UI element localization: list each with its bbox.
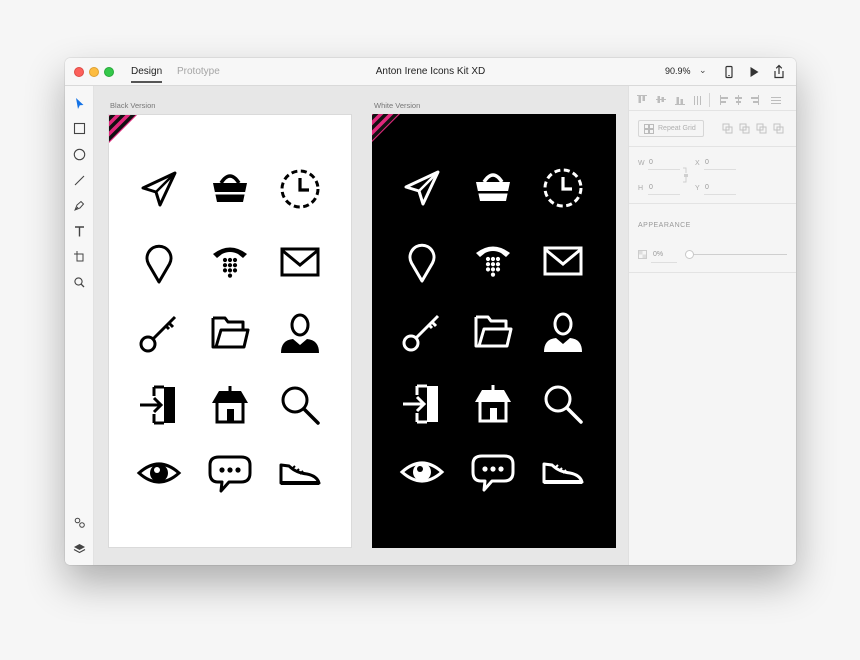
key-icon[interactable] — [399, 309, 445, 355]
shopping-basket-icon[interactable] — [207, 166, 253, 212]
sneaker-icon[interactable] — [277, 450, 323, 496]
height-label: H — [638, 185, 644, 192]
divider — [629, 110, 796, 111]
design-canvas[interactable]: Black Version White Version — [94, 86, 628, 565]
layers-icon[interactable] — [71, 540, 88, 557]
artboard-white-version[interactable] — [372, 114, 616, 548]
play-icon[interactable] — [746, 64, 762, 80]
user-icon[interactable] — [540, 309, 586, 355]
symbols-icon[interactable] — [71, 514, 88, 531]
search-icon[interactable] — [277, 382, 323, 428]
opacity-icon — [638, 250, 647, 259]
envelope-icon[interactable] — [277, 239, 323, 285]
opacity-field[interactable]: 0% — [653, 251, 663, 258]
share-icon[interactable] — [771, 64, 787, 80]
title-bar: Design Prototype Anton Irene Icons Kit X… — [65, 58, 796, 86]
clock-icon[interactable] — [277, 166, 323, 212]
chevron-down-icon[interactable]: ⌄ — [699, 65, 707, 76]
property-inspector: Repeat Grid W 0 X 0 H 0 Y 0 APPEARANCE 0… — [628, 86, 796, 565]
opacity-slider-track[interactable] — [689, 254, 787, 255]
select-tool-icon[interactable] — [71, 95, 88, 112]
zoom-tool-icon[interactable] — [71, 274, 88, 291]
key-icon[interactable] — [136, 310, 182, 356]
y-field[interactable]: 0 — [705, 184, 709, 191]
paper-plane-icon[interactable] — [399, 165, 445, 211]
search-icon[interactable] — [540, 381, 586, 427]
opacity-underline — [651, 262, 677, 263]
y-underline — [704, 194, 736, 195]
line-tool-icon[interactable] — [71, 172, 88, 189]
repeat-grid-label: Repeat Grid — [658, 125, 696, 132]
y-label: Y — [695, 185, 700, 192]
user-icon[interactable] — [277, 310, 323, 356]
boolean-ops-icons[interactable] — [722, 123, 786, 135]
text-tool-icon[interactable] — [71, 223, 88, 240]
telephone-icon[interactable] — [207, 239, 253, 285]
divider — [629, 146, 796, 147]
repeat-grid-button[interactable]: Repeat Grid — [638, 120, 704, 137]
width-underline — [648, 169, 680, 170]
x-field[interactable]: 0 — [705, 159, 709, 166]
tools-panel — [65, 86, 94, 565]
chat-bubble-icon[interactable] — [207, 450, 253, 496]
location-pin-icon[interactable] — [136, 239, 182, 285]
appearance-section: APPEARANCE — [629, 213, 796, 273]
device-preview-icon[interactable] — [721, 64, 737, 80]
corner-stripes-graphic — [372, 114, 400, 142]
grid-icon — [644, 124, 654, 134]
artboard-label-white[interactable]: White Version — [374, 101, 420, 110]
eye-icon[interactable] — [399, 449, 445, 495]
rectangle-tool-icon[interactable] — [71, 120, 88, 137]
width-field[interactable]: 0 — [649, 159, 653, 166]
paper-plane-icon[interactable] — [136, 166, 182, 212]
artboard-label-black[interactable]: Black Version — [110, 101, 155, 110]
opacity-slider-handle[interactable] — [685, 250, 694, 259]
zoom-level[interactable]: 90.9% — [665, 66, 691, 76]
home-icon[interactable] — [207, 382, 253, 428]
envelope-icon[interactable] — [540, 238, 586, 284]
align-section: Repeat Grid W 0 X 0 H 0 Y 0 — [629, 86, 796, 204]
eye-icon[interactable] — [136, 450, 182, 496]
sign-in-icon[interactable] — [136, 382, 182, 428]
pen-tool-icon[interactable] — [71, 197, 88, 214]
sign-in-icon[interactable] — [399, 381, 445, 427]
folder-icon[interactable] — [207, 310, 253, 356]
width-label: W — [638, 160, 645, 167]
x-label: X — [695, 160, 700, 167]
height-field[interactable]: 0 — [649, 184, 653, 191]
align-icons[interactable] — [637, 93, 789, 107]
artboard-tool-icon[interactable] — [71, 248, 88, 265]
clock-icon[interactable] — [540, 165, 586, 211]
shopping-basket-icon[interactable] — [470, 165, 516, 211]
location-pin-icon[interactable] — [399, 238, 445, 284]
home-icon[interactable] — [470, 381, 516, 427]
ellipse-tool-icon[interactable] — [71, 146, 88, 163]
app-window: Design Prototype Anton Irene Icons Kit X… — [65, 58, 796, 565]
sneaker-icon[interactable] — [540, 449, 586, 495]
x-underline — [704, 169, 736, 170]
height-underline — [648, 194, 680, 195]
telephone-icon[interactable] — [470, 238, 516, 284]
folder-icon[interactable] — [470, 309, 516, 355]
artboard-black-version[interactable] — [108, 114, 352, 548]
appearance-heading: APPEARANCE — [638, 222, 691, 229]
corner-stripes-graphic — [109, 115, 137, 143]
lock-aspect-icon[interactable] — [682, 166, 690, 184]
chat-bubble-icon[interactable] — [470, 449, 516, 495]
